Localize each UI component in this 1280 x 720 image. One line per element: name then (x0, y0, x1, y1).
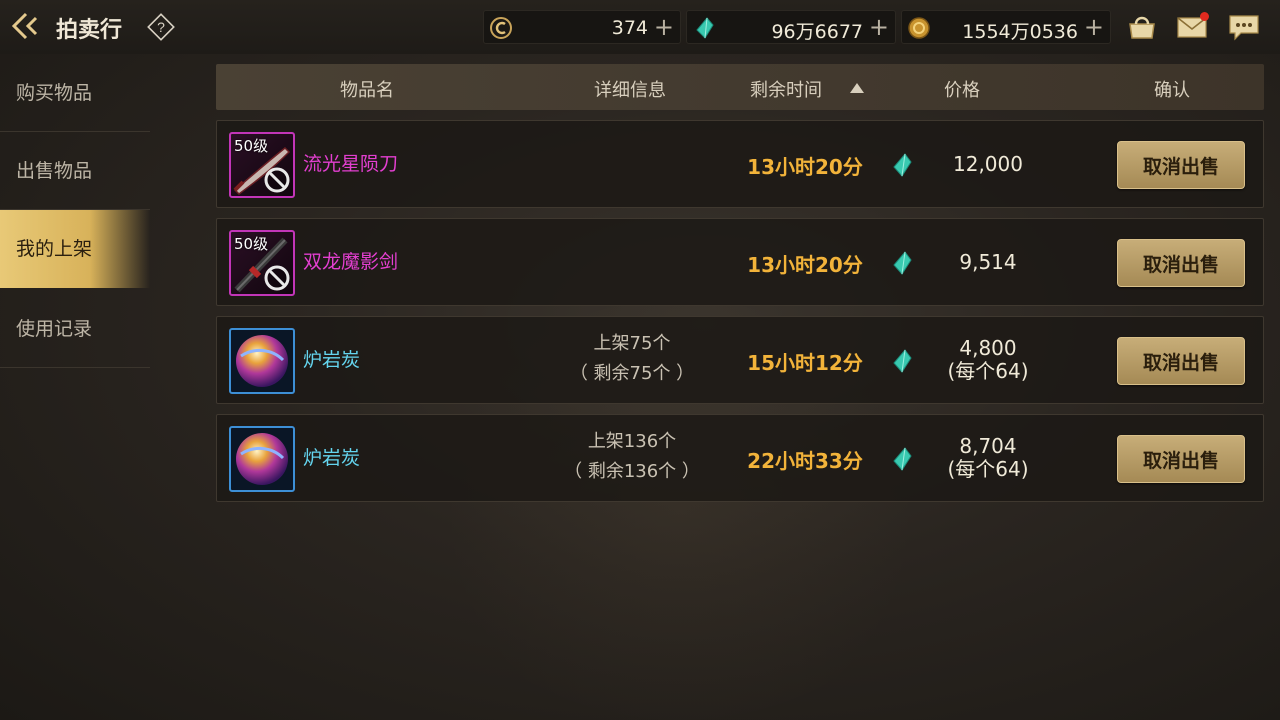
back-arrow-icon (11, 12, 38, 40)
svg-text:?: ? (157, 19, 165, 35)
back-button[interactable] (8, 9, 46, 43)
price: 9,514 (917, 251, 1059, 274)
detail-listed: 上架75个 (593, 333, 671, 354)
gem-icon (893, 153, 912, 177)
currency-coupon: 374 + (483, 10, 681, 44)
cancel-sale-button[interactable]: 取消出售 (1117, 239, 1245, 287)
price-value: 12,000 (953, 152, 1023, 176)
sidebar-item-buy[interactable]: 购买物品 (0, 54, 150, 132)
price-note: (每个64) (947, 457, 1029, 481)
cancel-sale-button[interactable]: 取消出售 (1117, 337, 1245, 385)
chat-icon (1229, 15, 1259, 41)
remaining-time: 15小时12分 (747, 351, 863, 375)
unavailable-icon (264, 265, 290, 291)
item-name: 炉岩炭 (303, 447, 361, 469)
mail-notification-dot (1200, 12, 1209, 21)
sidebar-item-history[interactable]: 使用记录 (0, 290, 150, 368)
gem-icon (893, 251, 912, 275)
sidebar: 购买物品 出售物品 我的上架 使用记录 (0, 54, 150, 374)
price: 4,800 (每个64) (917, 337, 1059, 383)
detail-remaining: （ 剩余75个 ） (569, 363, 695, 384)
header-item-name: 物品名 (340, 80, 394, 101)
gem-value: 96万6677 (771, 21, 863, 43)
price-value: 9,514 (959, 250, 1017, 274)
orb-icon (236, 433, 288, 485)
add-gold-button[interactable]: + (1084, 13, 1104, 41)
coupon-value: 374 (611, 17, 648, 39)
table-row: 炉岩炭 上架136个 （ 剩余136个 ） 22小时33分 8,704 (每个6… (216, 414, 1264, 502)
cancel-sale-button[interactable]: 取消出售 (1117, 435, 1245, 483)
help-icon: ? (147, 13, 175, 41)
item-level: 50级 (234, 137, 269, 155)
price-value: 8,704 (959, 434, 1017, 458)
sort-ascending-icon[interactable] (850, 83, 864, 93)
cancel-sale-button[interactable]: 取消出售 (1117, 141, 1245, 189)
bag-button[interactable] (1124, 10, 1160, 44)
gold-value: 1554万0536 (962, 21, 1078, 43)
item-icon[interactable] (229, 426, 295, 492)
coupon-icon (490, 17, 512, 39)
item-detail: 上架75个 （ 剩余75个 ） (557, 329, 707, 389)
add-coupon-button[interactable]: + (654, 13, 674, 41)
gem-icon (893, 349, 912, 373)
remaining-time: 22小时33分 (747, 449, 863, 473)
item-name: 双龙魔影剑 (303, 251, 399, 273)
gem-icon (893, 447, 912, 471)
price-note: (每个64) (947, 359, 1029, 383)
item-detail: 上架136个 （ 剩余136个 ） (557, 427, 707, 487)
header-detail: 详细信息 (594, 80, 666, 101)
remaining-time: 13小时20分 (747, 253, 863, 277)
price: 8,704 (每个64) (917, 435, 1059, 481)
header-price: 价格 (944, 80, 980, 101)
orb-icon (236, 335, 288, 387)
item-icon[interactable] (229, 328, 295, 394)
currency-gem: 96万6677 + (686, 10, 896, 44)
item-name: 炉岩炭 (303, 349, 361, 371)
unavailable-icon (264, 167, 290, 193)
gem-icon (696, 17, 714, 39)
mail-button[interactable] (1174, 10, 1210, 44)
header-remaining-time[interactable]: 剩余时间 (750, 76, 822, 102)
remaining-time: 13小时20分 (747, 155, 863, 179)
top-bar: 拍卖行 ? 374 + 96万6677 + 1554万0536 + (0, 0, 1280, 54)
bag-icon (1129, 16, 1155, 39)
table-row: 50级 流光星陨刀 13小时20分 12,000 取消出售 (216, 120, 1264, 208)
sidebar-item-sell[interactable]: 出售物品 (0, 132, 150, 210)
currency-gold: 1554万0536 + (901, 10, 1111, 44)
item-level: 50级 (234, 235, 269, 253)
sidebar-item-my-listings[interactable]: 我的上架 (0, 210, 150, 288)
price: 12,000 (917, 153, 1059, 176)
item-name: 流光星陨刀 (303, 153, 399, 175)
help-button[interactable]: ? (146, 12, 176, 42)
table-row: 50级 双龙魔影剑 13小时20分 9,514 取消出售 (216, 218, 1264, 306)
header-confirm: 确认 (1154, 80, 1190, 101)
table-row: 炉岩炭 上架75个 （ 剩余75个 ） 15小时12分 4,800 (每个64)… (216, 316, 1264, 404)
detail-listed: 上架136个 (587, 431, 677, 452)
chat-button[interactable] (1226, 10, 1262, 44)
table-header: 物品名 详细信息 剩余时间 价格 确认 (216, 64, 1264, 110)
add-gem-button[interactable]: + (869, 13, 889, 41)
item-icon[interactable]: 50级 (229, 230, 295, 296)
price-value: 4,800 (959, 336, 1017, 360)
page-title: 拍卖行 (56, 18, 123, 43)
item-icon[interactable]: 50级 (229, 132, 295, 198)
detail-remaining: （ 剩余136个 ） (564, 461, 700, 482)
gold-coin-icon (908, 17, 930, 39)
